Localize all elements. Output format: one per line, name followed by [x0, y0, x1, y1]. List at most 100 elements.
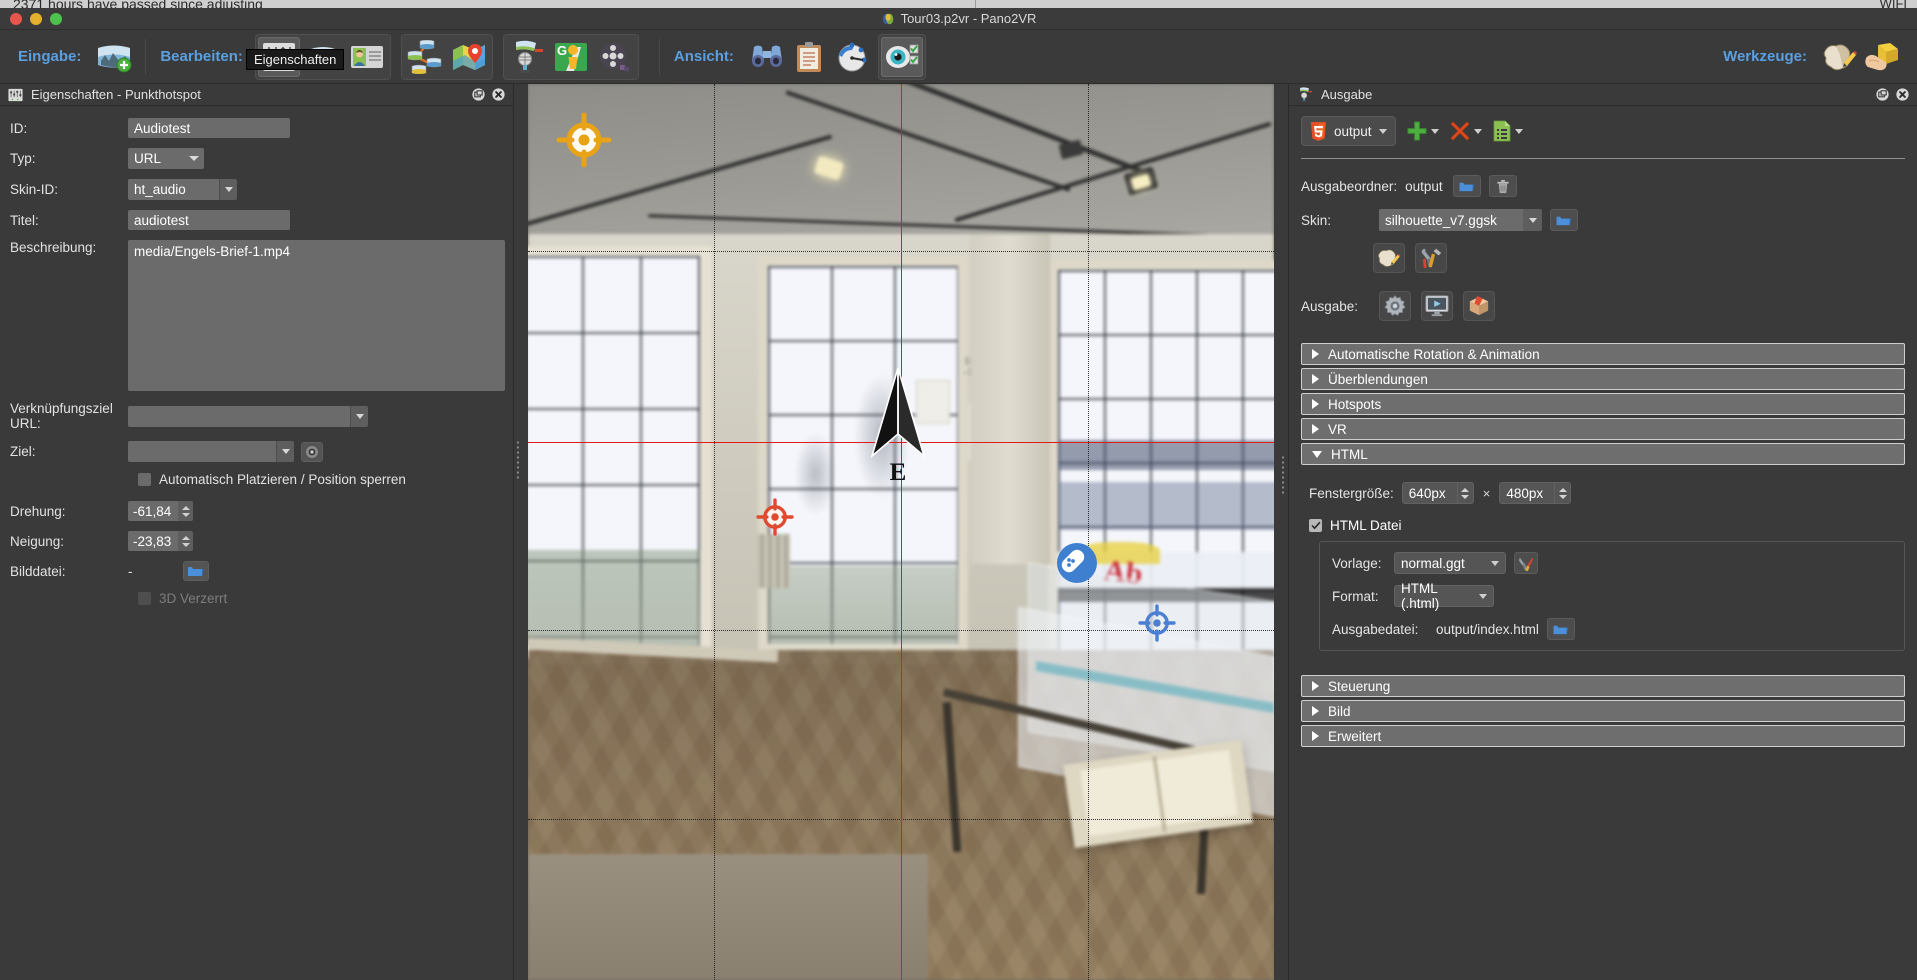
ziel-combo[interactable] — [128, 441, 294, 462]
right-splitter-handle[interactable] — [1281, 455, 1285, 495]
vorlage-select[interactable]: normal.ggt — [1394, 552, 1506, 574]
undock-icon[interactable] — [472, 88, 485, 101]
window-controls[interactable] — [10, 13, 62, 25]
skin-tool-button[interactable] — [1819, 37, 1861, 77]
link-url-dropdown-button[interactable] — [350, 405, 368, 427]
drehung-value[interactable]: -61,84 — [128, 501, 178, 521]
undock-icon[interactable] — [1876, 88, 1889, 101]
toolbar-box-edit-2 — [400, 33, 493, 80]
viewing-params-button[interactable] — [830, 37, 872, 77]
close-icon[interactable] — [1896, 88, 1909, 101]
tools-edit-icon — [1518, 557, 1534, 571]
minimize-window-button[interactable] — [30, 13, 42, 25]
section-auto-rotation[interactable]: Automatische Rotation & Animation — [1301, 343, 1905, 365]
close-window-button[interactable] — [10, 13, 22, 25]
skin-browse-button[interactable] — [1550, 209, 1578, 231]
remove-output-button[interactable] — [1449, 120, 1482, 142]
skin-tools-button[interactable] — [1415, 243, 1447, 273]
verzerrt-checkbox[interactable] — [138, 592, 151, 605]
output-preview-button[interactable] — [1421, 291, 1453, 321]
output-package-button[interactable] — [1463, 291, 1495, 321]
skin-id-dropdown-button[interactable] — [219, 179, 237, 200]
bilddatei-row: Bilddatei: - — [10, 561, 505, 581]
titel-label: Titel: — [10, 212, 39, 228]
visibility-button[interactable] — [880, 36, 923, 77]
autoplace-checkbox[interactable] — [138, 473, 151, 486]
close-icon[interactable] — [492, 88, 505, 101]
section-bild-label: Bild — [1328, 703, 1351, 719]
output-list-button[interactable] — [1492, 120, 1523, 142]
toolbar-group-werkzeuge — [1819, 37, 1903, 77]
hotspot-red[interactable] — [756, 498, 794, 541]
toolbar-box-edit-3: G — [502, 33, 639, 80]
window-width-stepper[interactable]: 640px — [1401, 482, 1474, 504]
window-height-value[interactable]: 480px — [1499, 482, 1556, 504]
skin-editor-button[interactable] — [506, 37, 548, 77]
section-steuerung[interactable]: Steuerung — [1301, 675, 1905, 697]
neigung-value[interactable]: -23,83 — [128, 531, 178, 551]
user-data-button[interactable] — [346, 37, 388, 77]
section-bild[interactable]: Bild — [1301, 700, 1905, 722]
neigung-stepper[interactable]: -23,83 — [128, 531, 193, 551]
skin-value[interactable]: silhouette_v7.ggsk — [1379, 209, 1523, 231]
id-input[interactable] — [128, 118, 290, 138]
add-panorama-button[interactable] — [93, 37, 135, 77]
titel-input[interactable] — [128, 210, 290, 230]
hotspot-blue-audio[interactable] — [1056, 542, 1098, 589]
window-height-stepper-arrows[interactable] — [1555, 482, 1572, 504]
ziel-value[interactable] — [128, 441, 276, 462]
toolbar-group-label-werkzeuge: Werkzeuge: — [1723, 48, 1807, 65]
target-hotspot-icon — [1138, 604, 1176, 642]
ziel-dropdown-button[interactable] — [276, 441, 294, 462]
neigung-stepper-arrows[interactable] — [178, 531, 193, 551]
link-url-combo[interactable] — [128, 405, 368, 427]
format-select[interactable]: HTML (.html) — [1394, 581, 1494, 611]
maximize-window-button[interactable] — [50, 13, 62, 25]
window-width-value[interactable]: 640px — [1401, 482, 1458, 504]
drehung-stepper[interactable]: -61,84 — [128, 501, 193, 521]
beschreibung-textarea[interactable]: media/Engels-Brief-1.mp4 — [128, 240, 505, 391]
output-settings-button[interactable] — [1379, 291, 1411, 321]
section-html[interactable]: HTML — [1301, 443, 1905, 465]
hotspot-selected-yellow[interactable] — [556, 112, 612, 173]
output-file-browse-button[interactable] — [1546, 618, 1575, 640]
gear-icon — [1384, 295, 1406, 316]
panorama-viewport[interactable]: Ab 1869-1895 — [528, 84, 1274, 980]
tour-browser-button[interactable] — [404, 37, 446, 77]
output-folder-delete-button[interactable] — [1488, 175, 1517, 197]
object2vr-button[interactable] — [1861, 37, 1903, 77]
bilddatei-browse-button[interactable] — [183, 561, 209, 581]
log-button[interactable] — [788, 37, 830, 77]
vorlage-edit-button[interactable] — [1514, 552, 1538, 574]
window-height-stepper[interactable]: 480px — [1499, 482, 1572, 504]
hotspot-blue-point[interactable] — [1138, 604, 1176, 647]
link-url-value[interactable] — [128, 405, 350, 427]
window-width-stepper-arrows[interactable] — [1457, 482, 1474, 504]
skin-edit-button[interactable] — [1373, 243, 1405, 273]
size-separator: × — [1482, 485, 1491, 501]
left-splitter-handle[interactable] — [516, 440, 520, 480]
add-output-button[interactable] — [1406, 120, 1439, 142]
section-hotspots[interactable]: Hotspots — [1301, 393, 1905, 415]
drehung-stepper-arrows[interactable] — [178, 501, 193, 521]
toolbar-separator-1 — [145, 38, 147, 75]
output-preset-select[interactable]: output — [1301, 116, 1396, 146]
skin-id-combo[interactable]: ht_audio — [128, 179, 237, 200]
section-transitions[interactable]: Überblendungen — [1301, 368, 1905, 390]
video-button[interactable] — [594, 37, 636, 77]
ziel-pick-button[interactable] — [301, 441, 323, 462]
skin-dropdown-button[interactable] — [1523, 209, 1542, 231]
google-poi-button[interactable]: G — [550, 37, 592, 77]
typ-row: Typ: URL — [10, 148, 505, 169]
skin-select[interactable]: silhouette_v7.ggsk — [1379, 209, 1542, 231]
html-file-checkbox[interactable] — [1309, 519, 1322, 532]
map-button[interactable] — [448, 37, 490, 77]
section-vr[interactable]: VR — [1301, 418, 1905, 440]
preview-button[interactable] — [746, 37, 788, 77]
map-pin-icon — [452, 43, 485, 70]
trash-icon — [1497, 179, 1509, 193]
typ-select[interactable]: URL — [128, 148, 204, 169]
section-erweitert[interactable]: Erweitert — [1301, 725, 1905, 747]
output-folder-browse-button[interactable] — [1452, 175, 1481, 197]
skin-id-value[interactable]: ht_audio — [128, 179, 219, 200]
